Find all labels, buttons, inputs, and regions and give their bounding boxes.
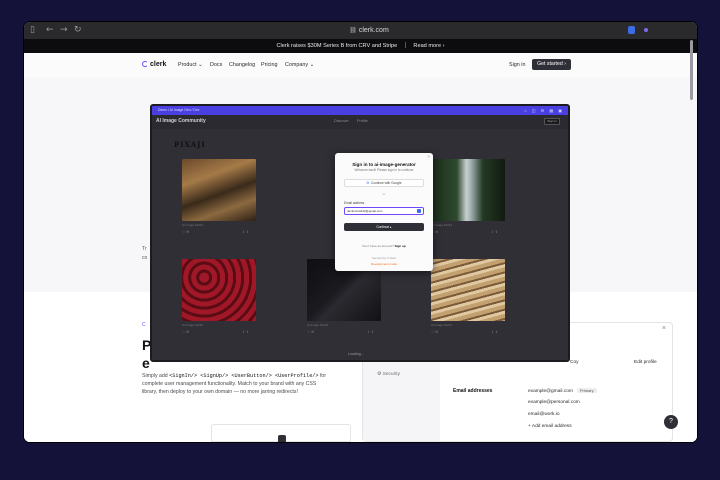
sidebar-item-security[interactable]: ⚙ Security: [377, 372, 400, 377]
download-icon[interactable]: ⇩ ⇪: [242, 230, 249, 234]
add-email-link[interactable]: + Add email address: [528, 424, 572, 429]
background-text-fragment: co: [142, 255, 148, 261]
reload-icon[interactable]: ↻: [74, 25, 82, 36]
forward-icon[interactable]: →: [60, 25, 68, 36]
email-input[interactable]: devlumina432@gmail.com: [344, 207, 424, 215]
sign-in-modal: × Sign in to ai-image-generator Welcome …: [335, 153, 433, 271]
clerk-logo-icon: [142, 61, 148, 67]
nav-docs[interactable]: Docs: [210, 62, 222, 68]
component-preview-card: [211, 424, 351, 442]
image-card[interactable]: [431, 259, 505, 321]
heart-icon[interactable]: ♡ ✉: [431, 330, 438, 334]
continue-button[interactable]: Continue ▸: [344, 223, 424, 231]
image-caption: AI Image #1213: [182, 223, 204, 227]
primary-badge: Primary: [576, 388, 597, 393]
sign-up-link[interactable]: Sign up: [395, 244, 406, 248]
demo-nav-discover[interactable]: Discover: [334, 119, 349, 123]
chevron-down-icon: ⌄: [198, 62, 203, 68]
email-row: example@personal.com: [528, 400, 580, 405]
email-row: example@gmail.com Primary: [528, 388, 597, 394]
avatar-icon: [278, 435, 286, 442]
profile-name: Coy: [570, 360, 579, 365]
or-divider: or: [382, 192, 386, 196]
nav-product[interactable]: Product ⌄: [178, 62, 203, 68]
image-card[interactable]: [182, 259, 256, 321]
nav-company[interactable]: Company ⌄: [285, 62, 314, 68]
image-caption: AI Image #1217: [431, 323, 453, 327]
google-sign-in-button[interactable]: G Continue with Google: [344, 179, 424, 187]
demo-url: Demo / AI Image Gen / Dev: [158, 108, 200, 112]
address-bar[interactable]: ⛓ clerk.com: [324, 25, 414, 36]
demo-logo: PIXAJI: [174, 140, 206, 149]
modal-subtitle: Welcome back! Please sign in to continue: [354, 168, 414, 172]
get-started-button[interactable]: Get started ›: [532, 59, 571, 70]
section-eyebrow: C: [142, 322, 146, 328]
url-text: clerk.com: [358, 27, 389, 34]
read-more-link[interactable]: Read more ›: [413, 43, 444, 49]
browser-window: ▯ ← → ↻ ⛓ clerk.com Clerk raises $30M Ser…: [24, 22, 697, 442]
page-scrollbar[interactable]: [690, 40, 693, 100]
download-icon[interactable]: ⇩ ⇪: [491, 230, 498, 234]
image-caption: AI Image #1214: [431, 223, 453, 227]
loading-text: Loading...: [348, 352, 364, 356]
browser-toolbar: ▯ ← → ↻ ⛓ clerk.com: [24, 22, 697, 39]
demo-sign-in-button[interactable]: Sign in: [544, 118, 560, 125]
secured-by-clerk: Secured by ⊙ clerk: [372, 256, 396, 260]
nav-pricing[interactable]: Pricing: [261, 62, 277, 68]
extension-dot-icon[interactable]: [644, 28, 648, 32]
email-addresses-label: Email addresses: [453, 388, 493, 394]
heart-icon[interactable]: ♡ ✉: [307, 330, 314, 334]
modal-title: Sign in to ai-image-generator: [352, 162, 416, 167]
site-nav: clerk Product ⌄ Docs Changelog Pricing C…: [24, 53, 697, 77]
download-icon[interactable]: ⇩ ⇪: [491, 330, 498, 334]
image-card[interactable]: [182, 159, 256, 221]
demo-title: AI Image Community: [156, 118, 206, 124]
close-icon[interactable]: ×: [427, 154, 430, 159]
sidebar-toggle-icon[interactable]: ▯: [30, 25, 35, 36]
extension-shield-icon[interactable]: [628, 26, 635, 34]
chevron-right-icon: ›: [564, 61, 566, 67]
image-card[interactable]: [431, 159, 505, 221]
demo-browser-bar: Demo / AI Image Gen / Dev ⌂ ◫ ⚙ ▦ ▣: [152, 106, 568, 115]
demo-nav-profile[interactable]: Profile: [357, 119, 368, 123]
heart-icon[interactable]: ♡ ✉: [182, 230, 189, 234]
demo-toolbar-icons[interactable]: ⌂ ◫ ⚙ ▦ ▣: [524, 107, 564, 114]
announcement-divider: [404, 42, 406, 48]
email-row: email@work.io: [528, 412, 560, 417]
close-icon[interactable]: ×: [662, 325, 666, 332]
background-text-fragment: Tr: [142, 246, 147, 252]
image-caption: AI Image #1216: [307, 323, 329, 327]
sign-in-link[interactable]: Sign in: [509, 62, 525, 68]
announcement-bar: Clerk raises $30M Series B from CRV and …: [24, 39, 697, 53]
demo-header: AI Image Community Discover Profile Sign…: [152, 115, 568, 129]
chevron-down-icon: ⌄: [309, 62, 315, 68]
announcement-text: Clerk raises $30M Series B from CRV and …: [276, 43, 398, 49]
help-button[interactable]: ?: [664, 415, 678, 429]
google-icon: G: [366, 181, 369, 185]
signup-prompt: Don't have an account? Sign up: [362, 244, 406, 248]
password-manager-icon[interactable]: [417, 209, 421, 213]
heart-icon[interactable]: ♡ ✉: [182, 330, 189, 334]
back-icon[interactable]: ←: [46, 25, 54, 36]
chevron-right-icon: ›: [442, 43, 445, 49]
download-icon[interactable]: ⇩ ⇪: [242, 330, 249, 334]
email-label: Email address: [344, 201, 365, 205]
development-mode-badge: Development mode: [370, 262, 397, 266]
image-caption: AI Image #1215: [182, 323, 204, 327]
download-icon[interactable]: ⇩ ⇪: [367, 330, 374, 334]
section-description: Simply add <SignIn/> <SignUp/> <UserButt…: [142, 373, 327, 395]
clerk-logo[interactable]: clerk: [142, 61, 166, 68]
component-code: <SignIn/> <SignUp/> <UserButton/> <UserP…: [169, 373, 319, 379]
link-icon: ⛓: [349, 28, 357, 34]
edit-profile-link[interactable]: Edit profile: [634, 360, 657, 365]
nav-changelog[interactable]: Changelog: [229, 62, 255, 68]
